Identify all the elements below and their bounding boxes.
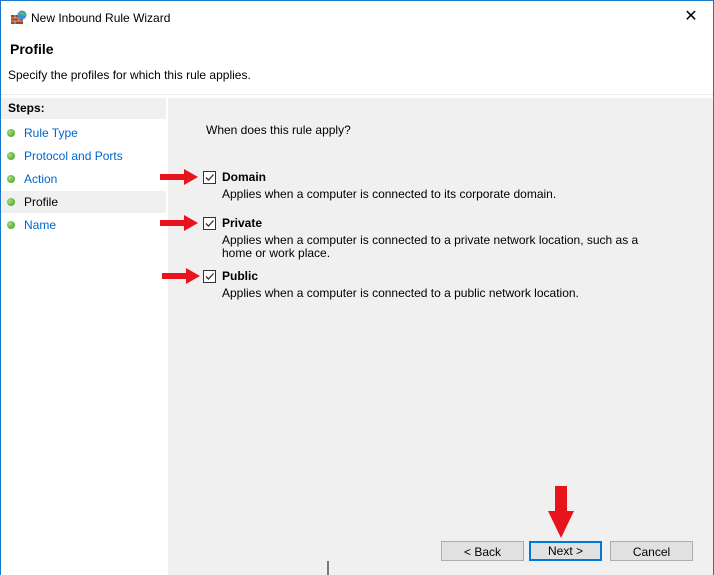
page-subtitle: Specify the profiles for which this rule… — [8, 68, 251, 82]
red-arrow-icon — [160, 215, 198, 231]
red-arrow-icon — [160, 169, 198, 185]
private-label[interactable]: Private — [222, 216, 262, 230]
header-divider — [1, 94, 713, 95]
back-button[interactable]: < Back — [441, 541, 524, 561]
page-title: Profile — [10, 41, 54, 57]
public-description: Applies when a computer is connected to … — [222, 286, 579, 300]
step-protocol-and-ports[interactable]: Protocol and Ports — [1, 145, 166, 167]
step-label: Name — [24, 218, 57, 232]
step-action[interactable]: Action — [1, 168, 166, 190]
checkmark-icon — [205, 174, 214, 181]
title-bar: New Inbound Rule Wizard ✕ — [1, 1, 713, 33]
step-bullet-icon — [7, 129, 15, 137]
private-description: Applies when a computer is connected to … — [222, 233, 639, 260]
steps-pane: Steps: Rule Type Protocol and Ports Acti… — [1, 98, 166, 575]
red-down-arrow-icon — [548, 486, 574, 538]
public-label[interactable]: Public — [222, 269, 258, 283]
step-bullet-icon — [7, 152, 15, 160]
resize-grip — [327, 561, 329, 575]
public-checkbox[interactable] — [203, 270, 216, 283]
step-label: Profile — [24, 195, 59, 209]
step-bullet-icon — [7, 221, 15, 229]
close-icon: ✕ — [684, 8, 698, 25]
window-title: New Inbound Rule Wizard — [31, 11, 171, 25]
domain-checkbox[interactable] — [203, 171, 216, 184]
step-label: Action — [24, 172, 58, 186]
close-button[interactable]: ✕ — [669, 1, 713, 33]
step-rule-type[interactable]: Rule Type — [1, 122, 166, 144]
wizard-window: New Inbound Rule Wizard ✕ Profile Specif… — [0, 0, 714, 575]
step-label: Protocol and Ports — [24, 149, 123, 163]
steps-heading: Steps: — [1, 98, 166, 119]
domain-description: Applies when a computer is connected to … — [222, 187, 557, 201]
step-profile: Profile — [1, 191, 166, 213]
step-name[interactable]: Name — [1, 214, 166, 236]
firewall-icon — [11, 10, 27, 24]
private-checkbox[interactable] — [203, 217, 216, 230]
red-arrow-icon — [162, 268, 200, 284]
checkmark-icon — [205, 273, 214, 280]
content-pane: When does this rule apply? Domain Applie… — [160, 98, 713, 575]
question-text: When does this rule apply? — [206, 123, 351, 137]
cancel-button[interactable]: Cancel — [610, 541, 693, 561]
step-bullet-icon — [7, 198, 15, 206]
step-label: Rule Type — [24, 126, 78, 140]
step-bullet-icon — [7, 175, 15, 183]
domain-label[interactable]: Domain — [222, 170, 266, 184]
next-button[interactable]: Next > — [529, 541, 602, 561]
checkmark-icon — [205, 220, 214, 227]
